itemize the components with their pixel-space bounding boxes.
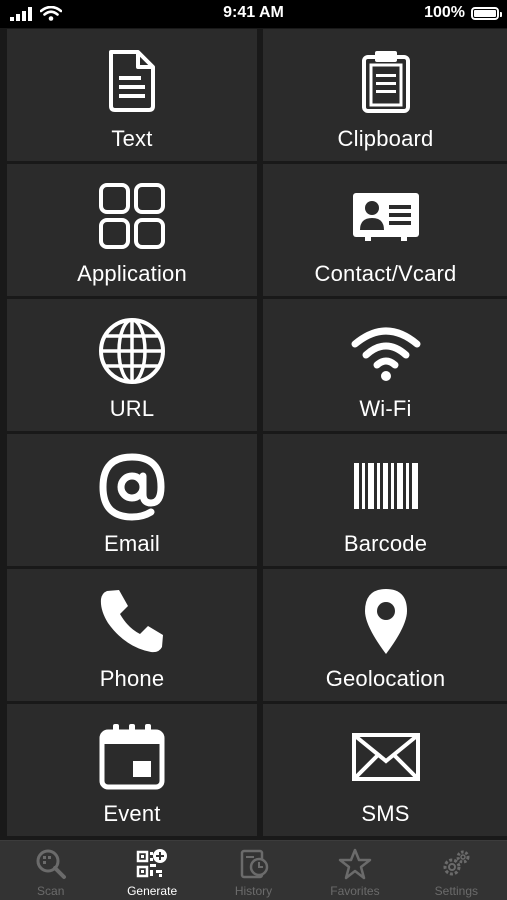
tile-label: Geolocation <box>325 666 446 691</box>
apps-grid-icon <box>97 181 167 251</box>
contact-card-icon <box>351 181 421 251</box>
tile-clipboard[interactable]: Clipboard <box>263 29 507 161</box>
tile-contact-vcard[interactable]: Contact/Vcard <box>263 164 507 296</box>
globe-icon <box>97 316 167 386</box>
history-icon <box>237 847 271 881</box>
tab-label: Favorites <box>330 884 380 898</box>
tab-history[interactable]: History <box>203 841 304 900</box>
generator-grid: Text Clipboard Application Contact/Vcard… <box>0 29 507 839</box>
tile-barcode[interactable]: Barcode <box>263 434 507 566</box>
clipboard-icon <box>351 46 421 116</box>
tile-sms[interactable]: SMS <box>263 704 507 836</box>
tab-bar: Scan Generate History Favorites Settings <box>0 840 507 900</box>
tab-label: Generate <box>127 884 178 898</box>
tile-geolocation[interactable]: Geolocation <box>263 569 507 701</box>
barcode-icon <box>351 451 421 521</box>
tile-email[interactable]: Email <box>7 434 257 566</box>
tab-label: Scan <box>37 884 65 898</box>
tile-label: Application <box>77 261 187 286</box>
wifi-icon <box>351 316 421 386</box>
tab-scan[interactable]: Scan <box>0 841 101 900</box>
tab-favorites[interactable]: Favorites <box>304 841 405 900</box>
tab-settings[interactable]: Settings <box>406 841 507 900</box>
calendar-icon <box>97 721 167 791</box>
at-sign-icon <box>97 451 167 521</box>
status-right: 100% <box>424 4 502 22</box>
tile-wifi[interactable]: Wi-Fi <box>263 299 507 431</box>
tile-label: Event <box>103 801 161 826</box>
tile-label: URL <box>109 396 155 421</box>
tile-label: Phone <box>99 666 165 691</box>
tab-label: Settings <box>434 884 478 898</box>
document-icon <box>97 46 167 116</box>
tile-application[interactable]: Application <box>7 164 257 296</box>
envelope-icon <box>351 721 421 791</box>
tile-label: Wi-Fi <box>359 396 412 421</box>
tile-label: Clipboard <box>337 126 434 151</box>
battery-icon <box>471 6 502 20</box>
battery-percent: 100% <box>424 4 465 21</box>
tile-label: SMS <box>361 801 410 826</box>
tile-text[interactable]: Text <box>7 29 257 161</box>
scan-icon <box>34 847 68 881</box>
phone-icon <box>97 586 167 656</box>
tile-label: Text <box>111 126 153 151</box>
status-bar: 9:41 AM 100% <box>0 0 507 28</box>
tile-url[interactable]: URL <box>7 299 257 431</box>
tile-label: Barcode <box>343 531 428 556</box>
tile-label: Contact/Vcard <box>314 261 457 286</box>
tile-event[interactable]: Event <box>7 704 257 836</box>
gears-icon <box>439 847 473 881</box>
tile-label: Email <box>103 531 160 556</box>
tab-label: History <box>234 884 273 898</box>
tile-phone[interactable]: Phone <box>7 569 257 701</box>
map-pin-icon <box>351 586 421 656</box>
tab-generate[interactable]: Generate <box>101 841 202 900</box>
qr-plus-icon <box>135 847 169 881</box>
star-icon <box>338 847 372 881</box>
